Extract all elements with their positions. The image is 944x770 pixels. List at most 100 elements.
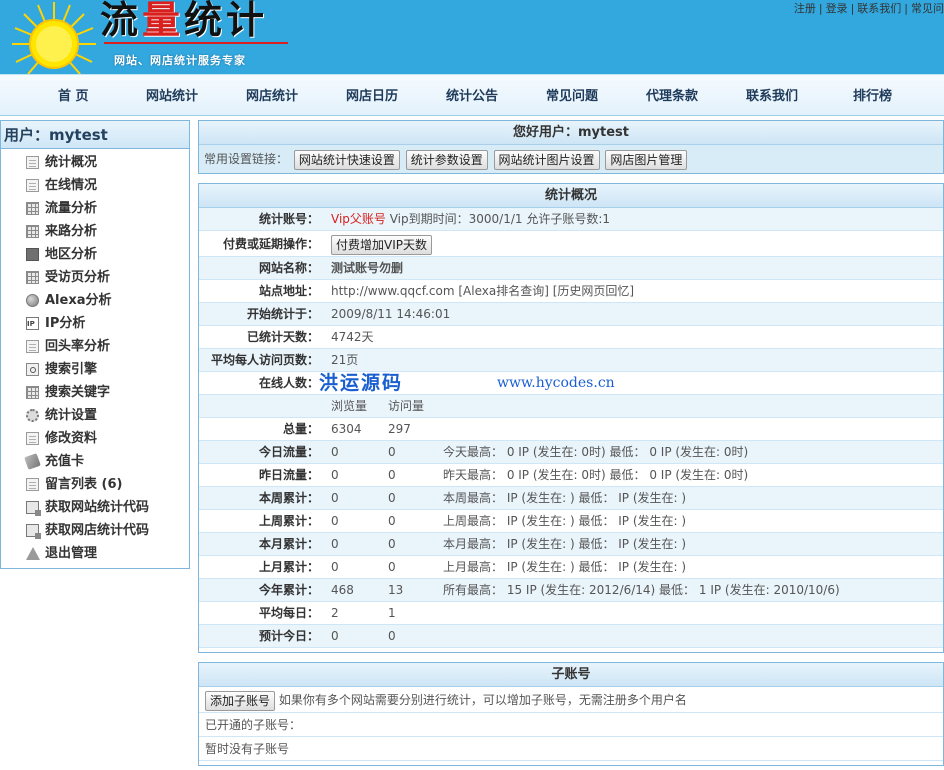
nav-ranking[interactable]: 排行榜 [853,75,892,117]
sidebar-item-shop-code[interactable]: 获取网店统计代码 [1,519,189,542]
table-row: 本月累计： 0 0 本月最高： IP (发生在: ) 最低： IP (发生在: ) [199,533,943,556]
sidebar-item-region[interactable]: 地区分析 [1,243,189,266]
sidebar-item-return-rate[interactable]: 回头率分析 [1,335,189,358]
sidebar-item-label: Alexa分析 [45,293,112,308]
sidebar-item-alexa[interactable]: Alexa分析 [1,289,189,312]
sidebar-item-online[interactable]: 在线情况 [1,174,189,197]
search-icon [26,363,39,376]
sidebar-item-label: 搜索引擎 [45,362,98,377]
sidebar-item-label: 修改资料 [45,431,98,446]
sidebar-item-label: 流量分析 [45,201,98,216]
site-name-value: 测试账号勿删 [331,261,404,275]
nav-shop-stats[interactable]: 网店统计 [246,75,298,117]
site-name-row: 网站名称： 测试账号勿删 [199,257,943,280]
avg-pages-value: 21页 [331,353,359,367]
subaccount-opened-label: 已开通的子账号： [199,713,943,737]
grid-icon [26,202,39,215]
site-name-label: 网站名称： [258,261,319,275]
sidebar-item-messages[interactable]: 留言列表 (6) [1,473,189,496]
nav-site-stats[interactable]: 网站统计 [146,75,198,117]
sidebar-item-site-code[interactable]: 获取网站统计代码 [1,496,189,519]
sidebar-item-referrer[interactable]: 来路分析 [1,220,189,243]
online-row: 在线人数： 洪运源码 www.hycodes.cn [199,372,943,395]
sidebar-item-label: 留言列表 (6) [45,477,123,492]
sidebar: 用户：mytest 统计概况 在线情况 流量分析 来路分析 地区分析 受访页分析… [0,120,190,569]
sidebar-item-ip[interactable]: IP分析 [1,312,189,336]
document-icon [26,340,39,353]
pay-label: 付费或延期操作： [222,237,319,251]
register-link[interactable]: 注册 [794,2,816,15]
sidebar-item-label: 统计概况 [45,155,98,170]
nav-agency-terms[interactable]: 代理条款 [646,75,698,117]
logo-title: 流量统计 [100,0,269,42]
gear-icon [26,409,39,422]
table-row: 今日流量： 0 0 今天最高： 0 IP (发生在: 0时) 最低： 0 IP (发生… [199,441,943,464]
subaccount-panel: 子账号 添加子账号 如果你有多个网站需要分别进行统计，可以增加子账号，无需注册多… [198,662,944,766]
nav-announcements[interactable]: 统计公告 [446,75,498,117]
stats-title: 统计概况 [199,184,943,208]
sidebar-item-logout[interactable]: 退出管理 [1,542,189,565]
sidebar-item-label: 充值卡 [45,454,85,469]
site-header: 流量统计 网站、网店统计服务专家 注册 | 登录 | 联系我们 | 常见问 [0,0,944,74]
card-icon [24,453,41,470]
sidebar-item-label: 统计设置 [45,408,98,423]
param-settings-button[interactable]: 统计参数设置 [405,149,488,170]
add-vip-days-button[interactable]: 付费增加VIP天数 [331,234,432,255]
shop-image-button[interactable]: 网店图片管理 [605,149,688,170]
logo-underline [104,42,288,44]
image-settings-button[interactable]: 网站统计图片设置 [493,149,600,170]
site-url-value[interactable]: http://www.qqcf.com [Alexa排名查询] [历史网页回忆] [331,280,634,303]
sidebar-item-label: 获取网店统计代码 [45,523,150,538]
sidebar-item-pages[interactable]: 受访页分析 [1,266,189,289]
nav-contact[interactable]: 联系我们 [746,75,798,117]
nav-shop-calendar[interactable]: 网店日历 [346,75,398,117]
column-header-row: 浏览量 访问量 [199,395,943,418]
stat-rows: 总量： 6304 297 今日流量： 0 0 今天最高： 0 IP (发生在: 0时) 最… [199,418,943,648]
top-links: 注册 | 登录 | 联系我们 | 常见问 [793,2,944,15]
sidebar-item-overview[interactable]: 统计概况 [1,151,189,174]
sidebar-item-recharge[interactable]: 充值卡 [1,450,189,473]
sidebar-item-keywords[interactable]: 搜索关键字 [1,381,189,404]
document-icon [26,179,39,192]
col-visits: 访问量 [388,399,425,413]
sidebar-item-label: 在线情况 [45,178,98,193]
sidebar-user-title: 用户：mytest [1,121,189,149]
subaccount-hint: 如果你有多个网站需要分别进行统计，可以增加子账号，无需注册多个用户名 [278,693,687,707]
start-row: 开始统计于： 2009/8/11 14:46:01 [199,303,943,326]
sidebar-item-label: 退出管理 [45,546,98,561]
watermark-url: www.hycodes.cn [497,375,615,391]
table-row: 本周累计： 0 0 本周最高： IP (发生在: ) 最低： IP (发生在: ) [199,487,943,510]
avg-pages-label: 平均每人访问页数： [210,353,319,367]
days-label: 已统计天数： [246,330,319,344]
contact-link[interactable]: 联系我们 [857,2,901,15]
sidebar-item-traffic[interactable]: 流量分析 [1,197,189,220]
sidebar-item-label: 地区分析 [45,247,98,262]
table-row: 今年累计： 468 13 所有最高： 15 IP (发生在: 2012/6/14) 最… [199,579,943,602]
user-panel: 您好用户：mytest 常用设置链接： 网站统计快速设置 统计参数设置 网站统计… [198,120,944,174]
ip-icon [26,313,39,336]
vip-badge: Vip父账号 [331,212,386,226]
grid-icon [26,271,39,284]
col-pageviews: 浏览量 [331,399,368,413]
login-link[interactable]: 登录 [826,2,848,15]
sidebar-item-settings[interactable]: 统计设置 [1,404,189,427]
online-label: 在线人数： [258,376,319,390]
map-icon [26,248,39,261]
table-row: 上周累计： 0 0 上周最高： IP (发生在: ) 最低： IP (发生在: ) [199,510,943,533]
add-subaccount-button[interactable]: 添加子账号 [205,690,276,711]
nav-faq[interactable]: 常见问题 [546,75,598,117]
code-icon [26,501,41,516]
table-row: 平均每日： 2 1 [199,602,943,625]
sidebar-item-search-engine[interactable]: 搜索引擎 [1,358,189,381]
quick-links-label: 常用设置链接： [204,152,289,166]
account-info: Vip到期时间：3000/1/1 允许子账号数:1 [389,212,611,226]
account-row: 统计账号： Vip父账号 Vip到期时间：3000/1/1 允许子账号数:1 [199,208,943,231]
code-icon [26,524,41,539]
faq-link[interactable]: 常见问 [911,2,944,15]
logo-subtitle: 网站、网店统计服务专家 [114,54,246,67]
main-nav: 首 页 网站统计 网店统计 网店日历 统计公告 常见问题 代理条款 联系我们 排… [0,74,944,116]
quick-setup-button[interactable]: 网站统计快速设置 [293,149,400,170]
user-greeting: 您好用户：mytest [199,121,943,145]
sidebar-item-edit-profile[interactable]: 修改资料 [1,427,189,450]
nav-home[interactable]: 首 页 [58,75,89,117]
